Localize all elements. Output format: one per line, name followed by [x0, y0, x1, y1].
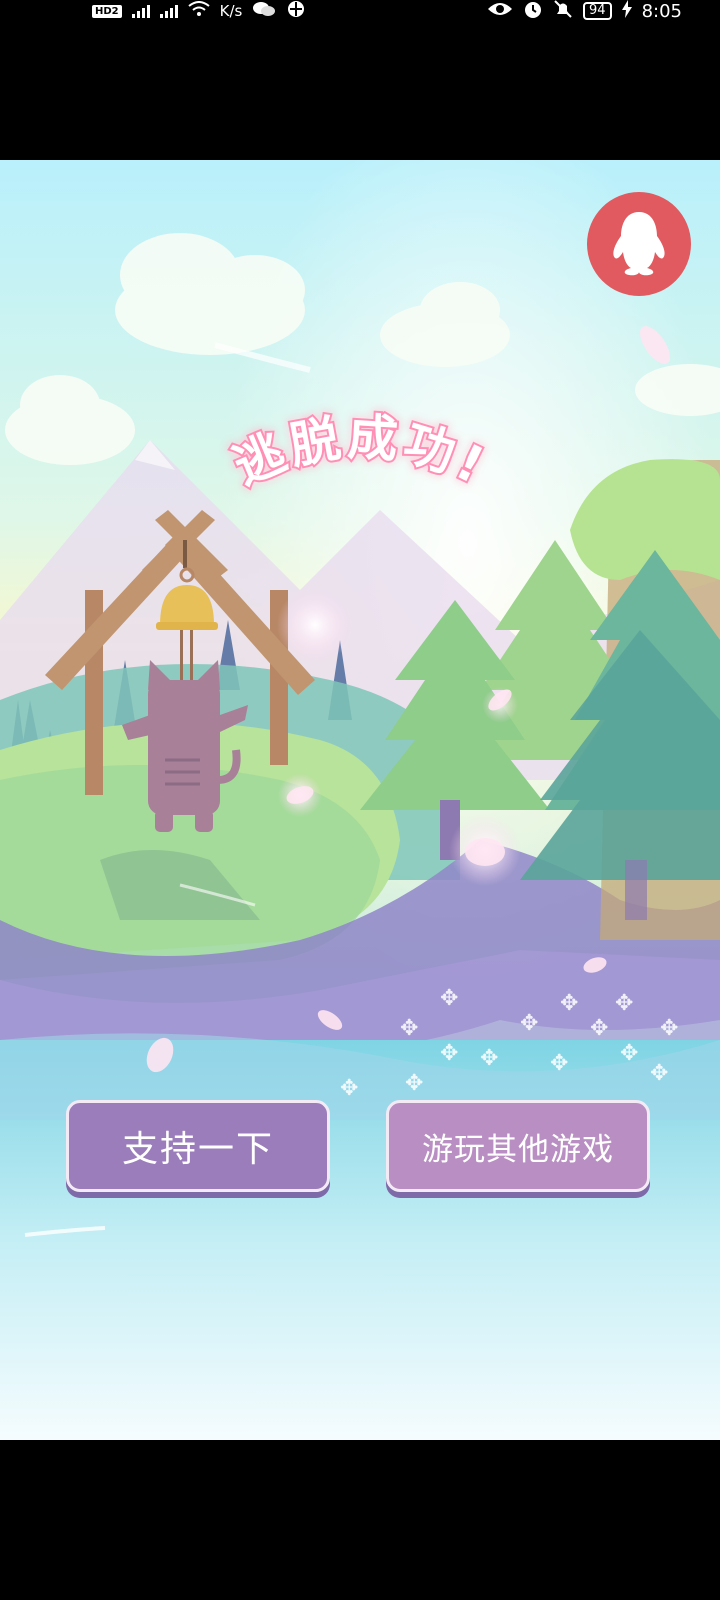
svg-text:✥: ✥: [550, 1051, 568, 1076]
svg-text:✥: ✥: [340, 1076, 358, 1101]
browser-icon: [286, 0, 306, 23]
svg-text:✥: ✥: [660, 1016, 678, 1041]
play-other-games-button[interactable]: 游玩其他游戏: [386, 1100, 650, 1192]
svg-text:✥: ✥: [440, 1041, 458, 1066]
qq-share-button[interactable]: [587, 192, 691, 296]
svg-text:✥: ✥: [405, 1071, 423, 1096]
status-bar: HD2 K/s 94 8:05: [0, 0, 720, 28]
signal-icon: [131, 4, 150, 18]
svg-text:✥: ✥: [520, 1011, 538, 1036]
wechat-icon: [252, 0, 276, 22]
network-speed: K/s: [219, 2, 243, 20]
svg-text:✥: ✥: [440, 986, 458, 1011]
signal-icon-2: [159, 4, 178, 18]
support-button[interactable]: 支持一下: [66, 1100, 330, 1192]
qq-penguin-icon: [613, 212, 665, 276]
alarm-icon: [523, 0, 543, 23]
battery-indicator: 94: [583, 2, 612, 20]
svg-text:✥: ✥: [480, 1046, 498, 1071]
svg-text:✥: ✥: [620, 1041, 638, 1066]
wifi-icon: [188, 1, 210, 21]
mute-bell-icon: [553, 0, 573, 23]
svg-text:✥: ✥: [590, 1016, 608, 1041]
status-bar-right: 94 8:05: [487, 0, 682, 22]
clock-time: 8:05: [641, 0, 682, 22]
game-screen: ✥ ✥ ✥ ✥ ✥ ✥ ✥ ✥ ✥ ✥ ✥ ✥ ✥ ✥ 逃脱成功! 支持一下 游玩其他游戏: [0, 160, 720, 1440]
eye-icon: [487, 1, 513, 21]
svg-text:✥: ✥: [650, 1061, 668, 1086]
status-bar-left: HD2 K/s: [92, 0, 306, 22]
charging-icon: [621, 0, 632, 22]
hd-badge: HD2: [92, 4, 122, 18]
svg-text:✥: ✥: [400, 1016, 418, 1041]
svg-text:✥: ✥: [560, 991, 578, 1016]
game-background-scene: ✥ ✥ ✥ ✥ ✥ ✥ ✥ ✥ ✥ ✥ ✥ ✥ ✥ ✥: [0, 160, 720, 1440]
svg-text:✥: ✥: [615, 991, 633, 1016]
